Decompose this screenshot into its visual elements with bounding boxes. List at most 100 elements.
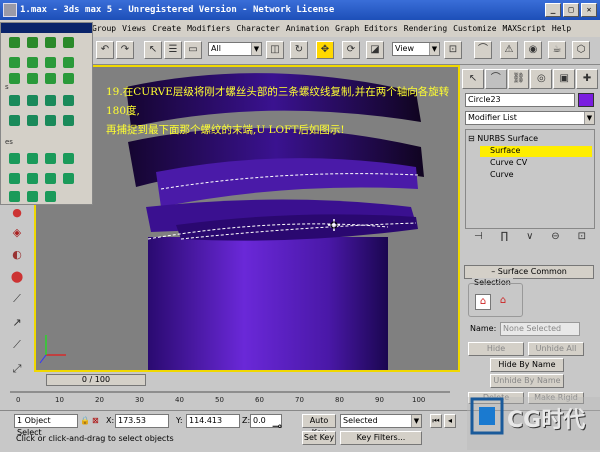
key-filters-button[interactable]: Key Filters...: [340, 431, 422, 445]
blend-curve-icon[interactable]: [9, 57, 20, 68]
select-rotate-tool-icon[interactable]: ⟳: [342, 41, 360, 59]
menu-graph-editors[interactable]: Graph Editors: [335, 24, 398, 33]
single-select-icon[interactable]: ⌂: [475, 294, 491, 310]
space-warp-icon[interactable]: ◈: [9, 225, 25, 241]
menu-character[interactable]: Character: [236, 24, 279, 33]
surface-lathe-icon[interactable]: [63, 115, 74, 126]
menu-rendering[interactable]: Rendering: [404, 24, 447, 33]
go-to-start-icon[interactable]: ⏮: [430, 414, 442, 428]
hide-by-name-button[interactable]: Hide By Name: [490, 358, 564, 372]
set-key-button[interactable]: Set Key: [302, 431, 336, 445]
menu-customize[interactable]: Customize: [453, 24, 496, 33]
display-tab-icon[interactable]: ▣: [553, 69, 576, 89]
modifier-list-dropdown[interactable]: Modifier List ▼: [465, 111, 595, 125]
remove-modifier-icon[interactable]: ⊖: [551, 231, 559, 247]
previous-frame-icon[interactable]: ◂: [444, 414, 456, 428]
object-name-field[interactable]: Circle23: [465, 93, 575, 107]
surface-transform-icon[interactable]: [27, 191, 38, 202]
surface-fillet-icon[interactable]: [63, 95, 74, 106]
menu-create[interactable]: Create: [152, 24, 181, 33]
surface-point-icon[interactable]: [45, 191, 56, 202]
auto-key-button[interactable]: Auto Key: [302, 414, 336, 437]
fillet-surface-icon[interactable]: [9, 191, 20, 202]
x-coordinate-field[interactable]: 173.53: [115, 414, 169, 428]
surface-extrude-icon[interactable]: [45, 115, 56, 126]
rail-sweep-icon[interactable]: [9, 173, 20, 184]
menu-views[interactable]: Views: [122, 24, 146, 33]
show-end-result-icon[interactable]: ∏: [501, 231, 509, 247]
close-button[interactable]: ✕: [581, 3, 597, 17]
normal-project-icon[interactable]: [45, 73, 56, 84]
unhide-by-name-button[interactable]: Unhide By Name: [490, 374, 564, 388]
snap-icon[interactable]: ⌒: [474, 41, 492, 59]
mirror-curve-icon[interactable]: [45, 57, 56, 68]
uv-loft-icon[interactable]: [63, 153, 74, 164]
object-color-swatch[interactable]: [578, 93, 594, 107]
material-icon[interactable]: ◐: [9, 247, 25, 263]
cv-curve-icon[interactable]: [27, 37, 38, 48]
menu-help[interactable]: Help: [552, 24, 571, 33]
surface-offset-icon[interactable]: [45, 95, 56, 106]
track-bar[interactable]: 0 10 20 30 40 50 60 70 80 90 100: [0, 388, 460, 410]
region-select-icon[interactable]: ▭: [184, 41, 202, 59]
reference-coord-dropdown[interactable]: View ▼: [392, 42, 440, 56]
stack-item-curve[interactable]: Curve: [490, 170, 514, 181]
quick-render-icon[interactable]: ⬡: [572, 41, 590, 59]
pivot-icon[interactable]: ⊡: [444, 41, 462, 59]
surface-mirror-icon[interactable]: [27, 115, 38, 126]
ruled-surface-icon[interactable]: [9, 153, 20, 164]
make-unique-icon[interactable]: ∨: [526, 231, 533, 247]
key-icon[interactable]: ⊸: [272, 419, 282, 433]
stack-item-surface[interactable]: Surface: [480, 146, 592, 157]
floating-tools-panel[interactable]: s es: [0, 22, 93, 205]
create-tab-icon[interactable]: ↖: [462, 69, 484, 89]
chamfer-curve-icon[interactable]: [63, 57, 74, 68]
material-editor-icon[interactable]: ◉: [524, 41, 542, 59]
surface-uv-curve-icon[interactable]: [27, 95, 38, 106]
pin-stack-icon[interactable]: ⊣: [474, 231, 483, 247]
redo-icon[interactable]: ↷: [116, 41, 134, 59]
stack-root[interactable]: ⊟ NURBS Surface: [468, 134, 538, 145]
app-icon[interactable]: [3, 3, 17, 17]
lock-icon[interactable]: 🔒: [80, 414, 90, 428]
select-move-icon[interactable]: ✥: [316, 41, 334, 59]
utilities-tab-icon[interactable]: ✚: [576, 69, 598, 89]
configure-sets-icon[interactable]: ⊡: [578, 231, 586, 247]
mirror-icon[interactable]: ⚠: [500, 41, 518, 59]
hierarchy-tab-icon[interactable]: ⛓: [507, 69, 530, 89]
motion-tab-icon[interactable]: ◎: [530, 69, 553, 89]
y-coordinate-field[interactable]: 114.413: [186, 414, 240, 428]
multicurve-trim-icon[interactable]: [63, 173, 74, 184]
time-slider[interactable]: 0 / 100: [46, 374, 146, 386]
surface-common-rollout[interactable]: – Surface Common: [464, 265, 594, 279]
menu-animation[interactable]: Animation: [286, 24, 329, 33]
fillet-curve-icon[interactable]: [9, 73, 20, 84]
cv-point-icon[interactable]: [63, 37, 74, 48]
window-crossing-icon[interactable]: ◫: [266, 41, 284, 59]
u-loft-icon[interactable]: [45, 153, 56, 164]
helper-icon[interactable]: ●: [9, 205, 25, 221]
select-scale-icon[interactable]: ◪: [366, 41, 384, 59]
two-rail-sweep-icon[interactable]: [27, 173, 38, 184]
menu-modifiers[interactable]: Modifiers: [187, 24, 230, 33]
select-by-name-icon[interactable]: ☰: [164, 41, 182, 59]
surface-edge-curve-icon[interactable]: [9, 95, 20, 106]
unhide-all-button[interactable]: Unhide All: [528, 342, 584, 356]
link-icon[interactable]: ⟋: [9, 337, 25, 353]
vector-project-icon[interactable]: [63, 73, 74, 84]
absolute-mode-icon[interactable]: ⊠: [92, 414, 99, 428]
iso-curve-icon[interactable]: [27, 73, 38, 84]
render-scene-icon[interactable]: ☕: [548, 41, 566, 59]
perspective-viewport[interactable]: 19.在CURVE层级将刚才螺丝头部的三条螺纹线复制,并在两个轴向各旋转180度…: [34, 65, 460, 372]
select-rotate-icon[interactable]: ↻: [290, 41, 308, 59]
transform-icon[interactable]: ↗: [9, 315, 25, 331]
key-mode-dropdown[interactable]: Selected ▼: [340, 414, 422, 428]
surface-blend-icon[interactable]: [9, 115, 20, 126]
modify-tab-icon[interactable]: ⌒: [484, 69, 507, 89]
select-icon[interactable]: ↖: [144, 41, 162, 59]
multi-select-icon[interactable]: ⌂: [495, 294, 511, 310]
cap-surface-icon[interactable]: [27, 153, 38, 164]
point-curve-icon[interactable]: [9, 37, 20, 48]
hide-button[interactable]: Hide: [468, 342, 524, 356]
menu-group[interactable]: Group: [92, 24, 116, 33]
